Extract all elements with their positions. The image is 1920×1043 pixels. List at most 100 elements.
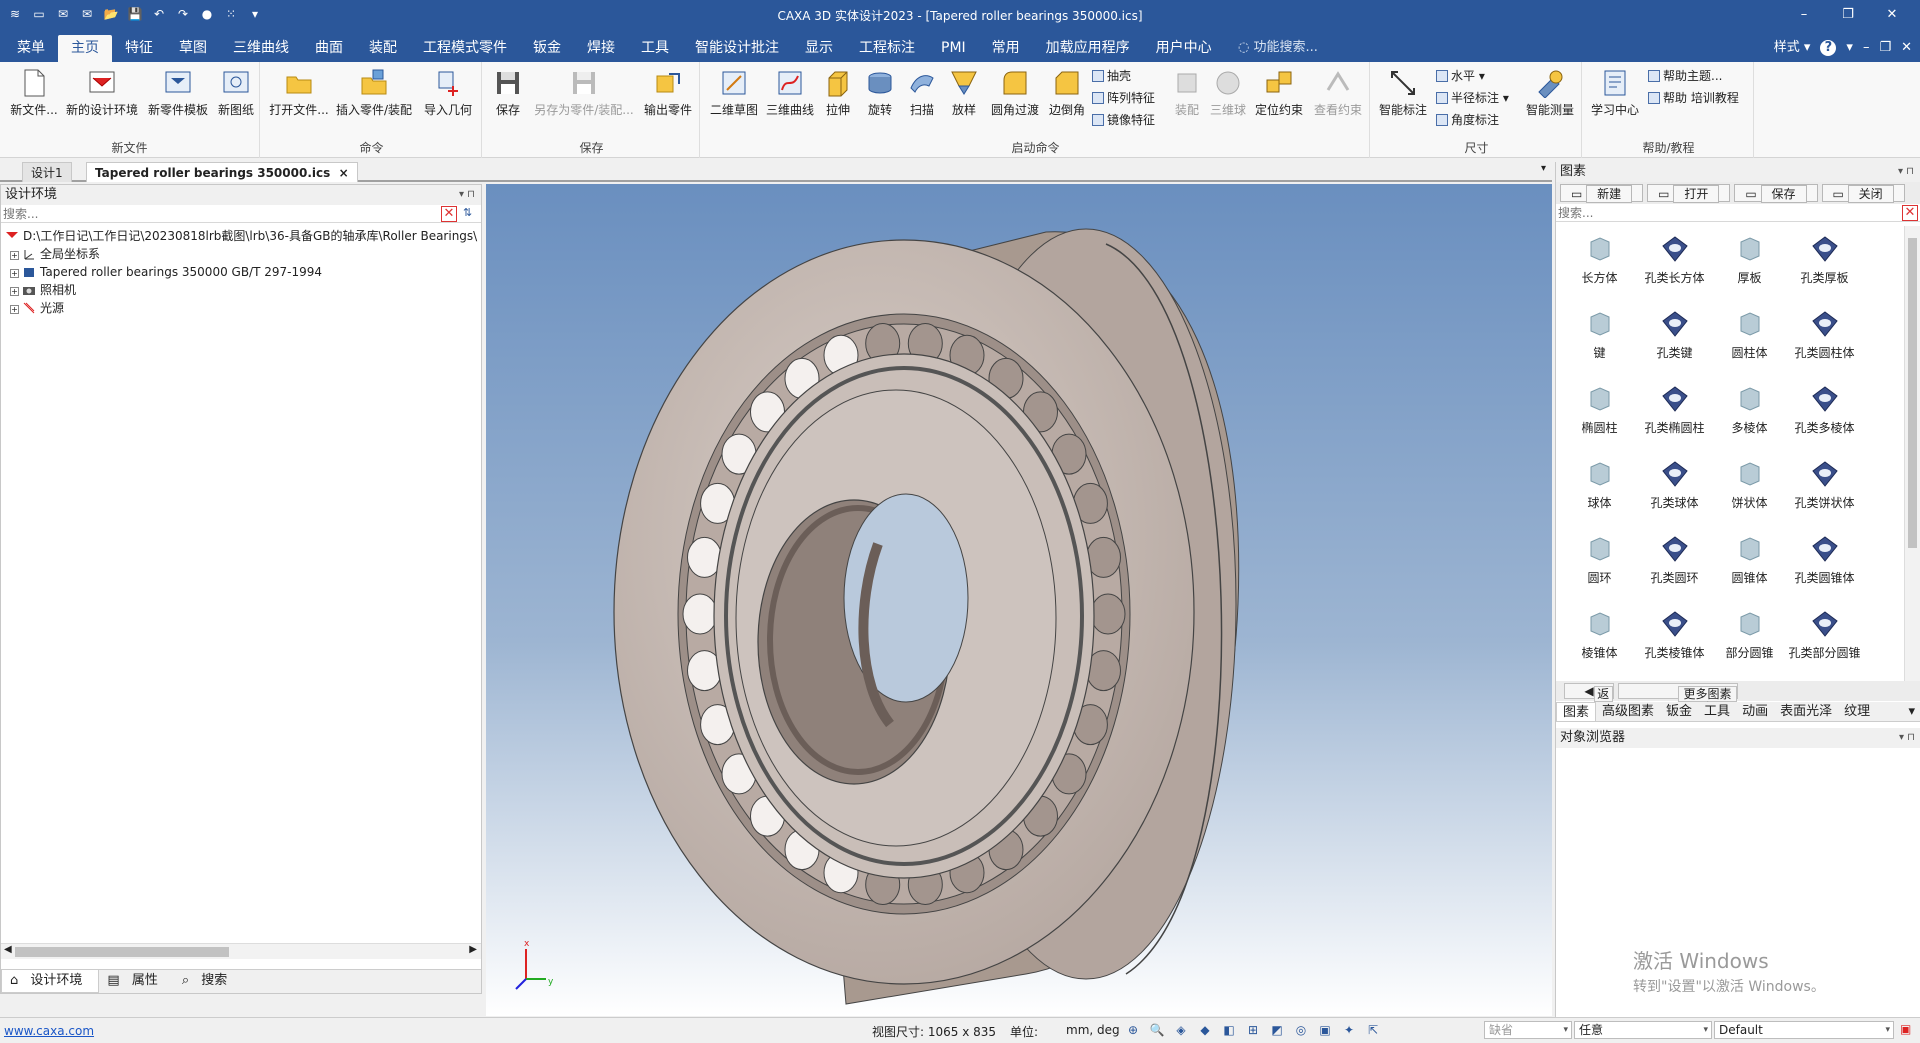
tab-user-center[interactable]: 用户中心 (1143, 35, 1225, 62)
tab-engineering-dimension[interactable]: 工程标注 (846, 35, 928, 62)
sweep-button[interactable]: 扫描 (904, 66, 940, 118)
catalog-tab-animation[interactable]: 动画 (1736, 702, 1774, 721)
tab-tools[interactable]: 工具 (628, 35, 682, 62)
tree-node-global-coords[interactable]: + 全局坐标系 (1, 245, 481, 263)
expand-icon[interactable]: + (10, 251, 19, 260)
3d-viewport[interactable]: x y (486, 184, 1552, 1016)
tab-pmi[interactable]: PMI (928, 35, 979, 62)
more-library-button[interactable]: 更多图素库 (1618, 683, 1738, 715)
angle-dim-button[interactable]: 角度标注 (1436, 110, 1499, 130)
bearing-model[interactable]: x y (486, 184, 1552, 1016)
function-search[interactable]: ◌ 功能搜索... (1238, 35, 1318, 61)
tab-design-env[interactable]: ⌂ 设计环境 (1, 970, 100, 993)
save-button[interactable]: 保存 (490, 66, 526, 118)
element-partial-cone[interactable]: 部分圆锥 (1712, 603, 1787, 678)
smart-measure-button[interactable]: 智能测量 (1522, 66, 1578, 118)
style-menu[interactable]: 样式 ▾ (1774, 35, 1811, 61)
panel-pin-icon[interactable]: ▾ ⊓ (459, 185, 475, 205)
radius-dim-button[interactable]: 半径标注 ▾ (1436, 88, 1509, 108)
element-hole-box[interactable]: 孔类长方体 (1637, 228, 1712, 303)
catalog-tab-texture[interactable]: 纹理 (1838, 702, 1876, 721)
import-geometry-button[interactable]: 导入几何 (420, 66, 476, 118)
element-prism[interactable]: 多棱体 (1712, 378, 1787, 453)
element-sphere[interactable]: 球体 (1562, 453, 1637, 528)
clear-search-icon[interactable]: ✕ (441, 206, 457, 222)
catalog-save-button[interactable]: ▭ 保存 (1734, 184, 1818, 203)
catalog-tab-advanced[interactable]: 高级图素 (1596, 702, 1660, 721)
scroll-thumb[interactable] (15, 947, 229, 957)
expand-icon[interactable]: + (10, 269, 19, 278)
view-orientation-icon[interactable]: ◈ (1172, 1021, 1190, 1039)
catalog-new-button[interactable]: ▭ 新建 (1560, 184, 1644, 203)
elements-search-input[interactable] (1558, 205, 1888, 221)
tab-engineering-part[interactable]: 工程模式零件 (410, 35, 520, 62)
help-icon[interactable]: ? (1820, 40, 1837, 56)
catalog-close-button[interactable]: ▭ 关闭 (1821, 184, 1905, 203)
element-plate[interactable]: 厚板 (1712, 228, 1787, 303)
tab-3d-curve[interactable]: 三维曲线 (220, 35, 302, 62)
element-hole-torus[interactable]: 孔类圆环 (1637, 528, 1712, 603)
website-link[interactable]: www.caxa.com (4, 1024, 94, 1038)
catalog-tab-surface-gloss[interactable]: 表面光泽 (1774, 702, 1838, 721)
horizontal-dim-button[interactable]: 水平 ▾ (1436, 66, 1485, 86)
elements-scroll-thumb[interactable] (1908, 238, 1917, 548)
extrude-button[interactable]: 拉伸 (820, 66, 856, 118)
tree-node-root[interactable]: D:\工作日记\工作日记\20230818lrb截图\lrb\36-具备GB的轴… (1, 227, 481, 245)
mirror-feature-button[interactable]: 镜像特征 (1092, 110, 1155, 130)
scroll-left-icon[interactable]: ◀ (4, 944, 12, 955)
new-drawing-button[interactable]: 新图纸 (214, 66, 258, 118)
element-box[interactable]: 长方体 (1562, 228, 1637, 303)
select-cursor-icon[interactable]: ⇱ (1364, 1021, 1382, 1039)
status-indicator-icon[interactable]: ▣ (1900, 1022, 1911, 1036)
zoom-extent-icon[interactable]: ⊕ (1124, 1021, 1142, 1039)
view-constraint-button[interactable]: 查看约束 (1310, 66, 1366, 118)
catalog-tab-tools[interactable]: 工具 (1698, 702, 1736, 721)
sphere-3d-button[interactable]: 三维球 (1208, 66, 1248, 118)
snap-icon[interactable]: ◎ (1292, 1021, 1310, 1039)
minimize-button[interactable]: – (1782, 4, 1826, 26)
save-as-part-button[interactable]: 另存为零件/装配... (530, 66, 638, 118)
help-training-button[interactable]: 帮助 培训教程 (1648, 88, 1739, 108)
curve-3d-button[interactable]: 三维曲线 (764, 66, 816, 118)
panel-pin-icon[interactable]: ▾ ⊓ (1898, 162, 1914, 182)
selection-combo[interactable]: 任意 ▾ (1574, 1021, 1712, 1039)
doc-restore-icon[interactable]: ❐ (1879, 35, 1891, 61)
new-file-button[interactable]: 新文件... (8, 66, 60, 118)
export-part-button[interactable]: 输出零件 (640, 66, 696, 118)
tab-menu[interactable]: 菜单 (4, 35, 58, 62)
element-hole-partial-cone[interactable]: 孔类部分圆锥 (1787, 603, 1862, 678)
expand-icon[interactable]: + (10, 287, 19, 296)
element-torus[interactable]: 圆环 (1562, 528, 1637, 603)
section-view-icon[interactable]: ◧ (1220, 1021, 1238, 1039)
clear-elements-search-icon[interactable]: ✕ (1902, 205, 1918, 221)
catalog-open-button[interactable]: ▭ 打开 (1647, 184, 1731, 203)
catalog-overflow-icon[interactable]: ▾ (1902, 702, 1920, 721)
help-topics-button[interactable]: 帮助主题... (1648, 66, 1722, 86)
element-hole-prism[interactable]: 孔类多棱体 (1787, 378, 1862, 453)
locate-constraint-button[interactable]: 定位约束 (1252, 66, 1306, 118)
effects-icon[interactable]: ✦ (1340, 1021, 1358, 1039)
tab-features[interactable]: 特征 (112, 35, 166, 62)
element-key[interactable]: 键 (1562, 303, 1637, 378)
design-env-search-input[interactable] (3, 206, 433, 222)
back-button[interactable]: ◀ 返回 (1564, 683, 1614, 715)
horizontal-scrollbar[interactable]: ◀ ▶ (1, 943, 481, 959)
filter-combo[interactable]: 缺省 ▾ (1484, 1021, 1572, 1039)
element-hole-ellipse-cylinder[interactable]: 孔类椭圆柱 (1637, 378, 1712, 453)
element-cone[interactable]: 圆锥体 (1712, 528, 1787, 603)
element-hole-plate[interactable]: 孔类厚板 (1787, 228, 1862, 303)
element-hole-pie[interactable]: 孔类饼状体 (1787, 453, 1862, 528)
sketch-2d-button[interactable]: 二维草图 (708, 66, 760, 118)
tab-smart-annotation[interactable]: 智能设计批注 (682, 35, 792, 62)
chamfer-button[interactable]: 边倒角 (1046, 66, 1088, 118)
tab-sheet-metal[interactable]: 钣金 (520, 35, 574, 62)
element-cylinder[interactable]: 圆柱体 (1712, 303, 1787, 378)
tab-load-apps[interactable]: 加载应用程序 (1033, 35, 1143, 62)
element-ellipse-cylinder[interactable]: 椭圆柱 (1562, 378, 1637, 453)
elements-vertical-scrollbar[interactable] (1904, 226, 1920, 681)
element-hole-pyramid[interactable]: 孔类棱锥体 (1637, 603, 1712, 678)
help-dropdown-icon[interactable]: ▾ (1846, 35, 1853, 61)
grid-toggle-icon[interactable]: ⊞ (1244, 1021, 1262, 1039)
close-button[interactable]: ✕ (1870, 4, 1914, 26)
tab-search[interactable]: ⌕ 搜索 (174, 970, 243, 993)
